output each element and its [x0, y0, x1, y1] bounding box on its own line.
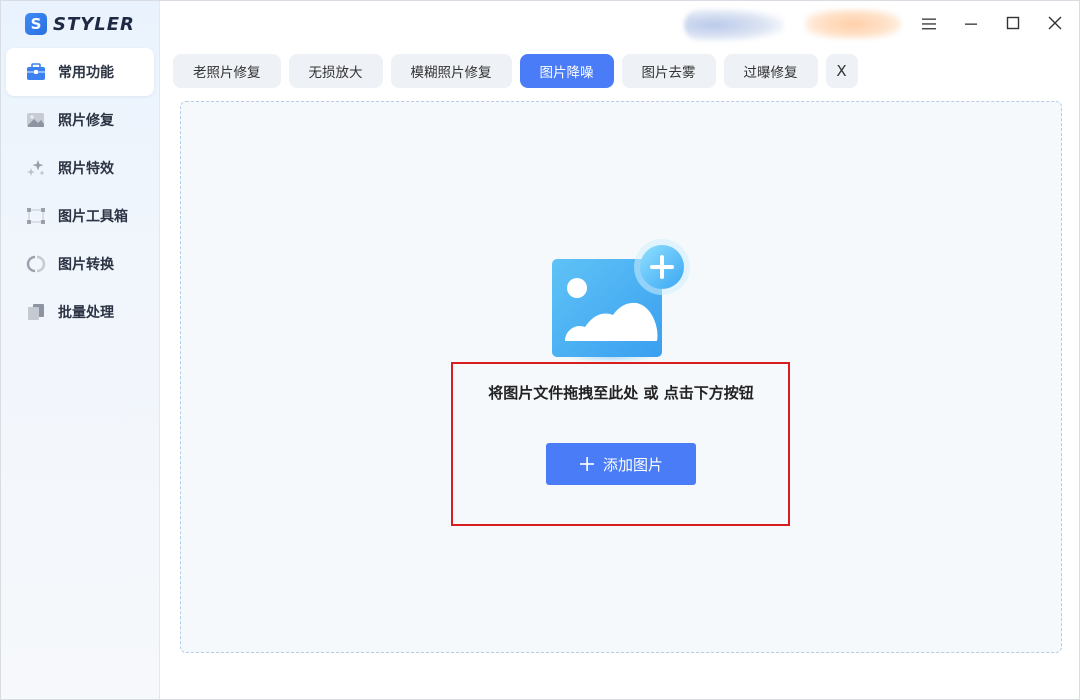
sidebar-item-label: 批量处理: [58, 305, 114, 321]
photo-icon: [26, 111, 46, 129]
sidebar-item-photo-repair[interactable]: 照片修复: [6, 96, 154, 144]
sidebar-item-common-functions[interactable]: 常用功能: [6, 48, 154, 96]
tab-lossless-upscale[interactable]: 无损放大: [288, 54, 383, 88]
sidebar-item-photo-effects[interactable]: 照片特效: [6, 144, 154, 192]
logo-icon: S: [25, 13, 47, 35]
tab-denoise[interactable]: 图片降噪: [519, 54, 614, 88]
convert-icon: [26, 255, 46, 273]
sidebar: S STYLER 常用功能 照片修复 照片特效 图片工具箱 图片转换 批量处理: [1, 1, 160, 699]
vip-badge[interactable]: [805, 9, 901, 39]
briefcase-icon: [26, 63, 46, 81]
tab-old-photo-repair[interactable]: 老照片修复: [173, 54, 281, 88]
minimize-button[interactable]: [955, 9, 987, 41]
sidebar-item-batch[interactable]: 批量处理: [6, 288, 154, 336]
stack-icon: [26, 303, 46, 321]
feature-tabs: 老照片修复 无损放大 模糊照片修复 图片降噪 图片去雾 过曝修复 X: [173, 54, 858, 88]
app-name: STYLER: [53, 13, 135, 35]
crop-frame-icon: [26, 207, 46, 225]
minimize-icon: [963, 16, 979, 35]
tab-dehaze[interactable]: 图片去雾: [621, 54, 716, 88]
close-window-button[interactable]: [1039, 9, 1071, 41]
maximize-icon: [1005, 15, 1021, 35]
sidebar-item-label: 图片转换: [58, 257, 114, 273]
sidebar-item-label: 常用功能: [58, 65, 114, 81]
sidebar-item-image-toolbox[interactable]: 图片工具箱: [6, 192, 154, 240]
user-account-badge[interactable]: [684, 9, 784, 41]
highlight-box: [451, 362, 790, 526]
app-window: S STYLER 常用功能 照片修复 照片特效 图片工具箱 图片转换 批量处理 …: [0, 0, 1080, 700]
tab-blur-repair[interactable]: 模糊照片修复: [390, 54, 512, 88]
menu-icon: [921, 16, 937, 35]
sidebar-item-label: 照片修复: [58, 113, 114, 129]
tabs-close-button[interactable]: X: [825, 54, 858, 88]
app-logo: S STYLER: [25, 12, 135, 36]
sparkle-icon: [26, 159, 46, 177]
sidebar-item-label: 图片工具箱: [58, 209, 128, 225]
sidebar-item-image-convert[interactable]: 图片转换: [6, 240, 154, 288]
maximize-button[interactable]: [997, 9, 1029, 41]
tab-overexposure-repair[interactable]: 过曝修复: [723, 54, 818, 88]
sidebar-item-label: 照片特效: [58, 161, 114, 177]
add-image-icon: [549, 237, 695, 363]
close-icon: [1047, 15, 1063, 35]
sidebar-nav: 常用功能 照片修复 照片特效 图片工具箱 图片转换 批量处理: [6, 48, 154, 336]
menu-button[interactable]: [913, 9, 945, 41]
